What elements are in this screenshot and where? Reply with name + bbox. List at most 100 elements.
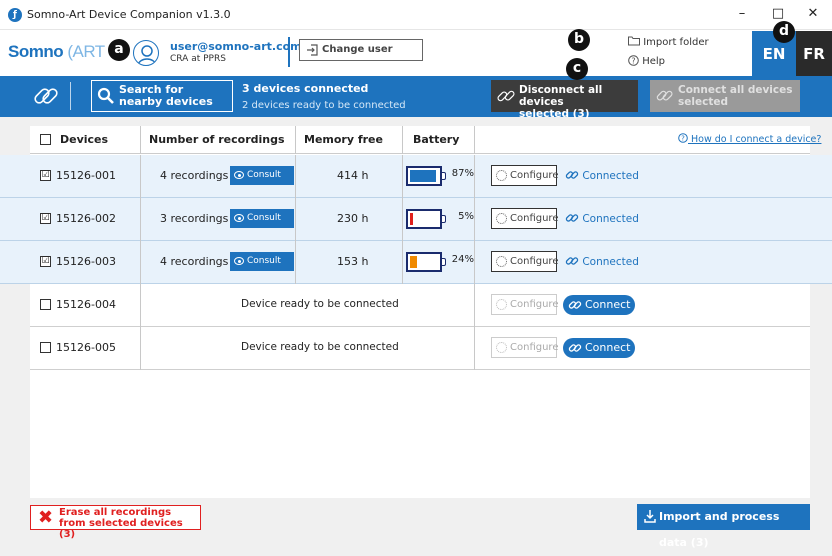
connect-all-button[interactable]: Connect all devices selected [650,80,800,112]
import-process-button[interactable]: Import and process data (3) [637,504,810,549]
recordings-count: 3 recordings [160,212,229,225]
link-icon [565,257,579,265]
column-divider [295,241,296,284]
configure-button[interactable]: Configure [491,251,559,272]
minimize-button[interactable]: – [734,6,750,22]
unlink-icon [497,90,515,102]
erase-label-line1: Erase all recordings [59,507,172,518]
select-all-checkbox[interactable] [40,134,51,145]
device-id: 15126-005 [56,341,116,354]
row-checkbox[interactable]: ☑ [40,170,51,181]
link-icon [656,90,673,101]
change-user-label: Change user [322,44,393,55]
column-divider [140,155,141,198]
column-divider [295,126,296,154]
configure-button[interactable]: Configure [491,165,559,186]
column-divider [140,284,141,327]
eye-icon [234,171,244,179]
memory-free: 230 h [337,212,369,225]
search-devices-button[interactable]: Search for nearby devices [91,80,233,112]
marker-b: b [568,29,590,51]
configure-label: Configure [510,342,559,353]
import-process-label: Import and process data (3) [659,510,780,549]
how-to-connect-link[interactable]: ? How do I connect a device? [678,133,821,145]
connected-label: Connected [582,213,639,225]
column-divider [295,155,296,198]
recordings-count: 4 recordings [160,255,229,268]
disconnect-label-line2: selected (3) [519,108,590,120]
row-checkbox[interactable]: ☑ [40,213,51,224]
column-divider [474,126,475,154]
maximize-button[interactable]: □ [770,6,786,22]
column-divider [295,198,296,241]
row-checkbox[interactable]: ☑ [40,256,51,267]
configure-button[interactable]: Configure [491,208,558,229]
configure-label: Configure [510,256,559,267]
change-user-button[interactable]: Change user [299,39,423,61]
erase-recordings-button[interactable]: ✖ Erase all recordings from selected devi… [30,505,201,540]
gear-icon [496,299,507,310]
link-icon [565,171,579,179]
search-icon [97,87,114,104]
connected-status[interactable]: Connected [565,254,639,268]
help-icon: ? [628,55,639,66]
battery-indicator [406,209,442,229]
configure-label: Configure [510,170,559,181]
column-divider [474,284,475,327]
battery-fill [410,256,417,268]
close-button[interactable]: ✕ [805,6,821,22]
memory-free: 153 h [337,255,369,268]
marker-d: d [773,21,795,43]
connect-label: Connect [585,298,631,311]
link-icon [568,301,582,309]
row-checkbox[interactable] [40,342,51,353]
consult-button[interactable]: Consult [230,209,294,228]
connect-all-label-line1: Connect all devices [678,84,793,96]
search-label-line2: nearby devices [119,95,213,108]
battery-tip [442,172,446,180]
disconnect-all-button[interactable]: Disconnect all devices selected (3) [491,80,638,120]
table-row[interactable] [30,284,810,327]
device-ready-status: Device ready to be connected [241,298,399,310]
language-fr-button[interactable]: FR [796,31,832,76]
memory-free: 414 h [337,169,369,182]
gear-icon [496,213,507,224]
column-divider [402,241,403,284]
help-link[interactable]: ? Help [628,55,665,67]
column-divider [474,198,475,241]
battery-percent: 24% [451,254,474,265]
app-logo: Somno (ART [8,42,105,61]
devices-connected-status: 3 devices connected [242,82,369,95]
device-id: 15126-002 [56,212,116,225]
column-divider [140,126,141,154]
column-header-memory: Memory free [304,133,383,146]
toolbar-divider [70,82,71,110]
sign-in-icon [307,44,318,56]
configure-button[interactable]: Configure [491,337,559,358]
import-folder-link[interactable]: Import folder [628,36,709,48]
eye-icon [234,257,244,265]
connect-button[interactable]: Connect [563,338,635,358]
device-id: 15126-001 [56,169,116,182]
column-divider [474,327,475,370]
battery-tip [442,258,446,266]
erase-icon: ✖ [38,507,54,528]
svg-text:?: ? [681,135,685,143]
table-row[interactable] [30,327,810,370]
download-icon [644,510,656,523]
row-checkbox[interactable] [40,299,51,310]
how-to-connect-label: How do I connect a device? [691,134,822,145]
consult-button[interactable]: Consult [230,166,294,185]
marker-c: c [566,58,588,80]
connected-status[interactable]: Connected [565,168,639,182]
gear-icon [496,256,507,267]
avatar[interactable] [133,40,159,66]
disconnect-label-line1: Disconnect all devices [519,84,603,108]
header-divider [288,37,290,67]
configure-button[interactable]: Configure [491,294,558,315]
connected-status[interactable]: Connected [565,211,639,225]
link-icon [568,344,582,352]
column-divider [474,241,475,284]
consult-button[interactable]: Consult [230,252,294,271]
connect-button[interactable]: Connect [563,295,635,315]
